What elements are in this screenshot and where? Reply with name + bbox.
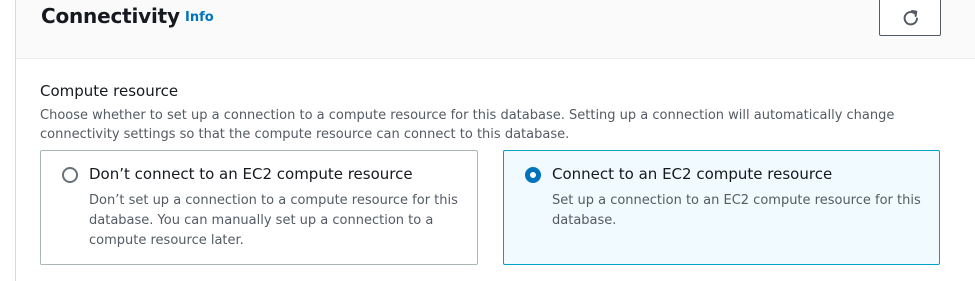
panel-header: Connectivity Info — [16, 0, 975, 59]
panel-title: Connectivity — [41, 4, 180, 28]
option-dont-connect-title: Don’t connect to an EC2 compute resource — [89, 165, 413, 183]
compute-resource-label: Compute resource — [40, 82, 179, 100]
radio-connect-ec2[interactable] — [525, 167, 541, 183]
radio-dont-connect[interactable] — [62, 167, 78, 183]
option-connect-ec2[interactable]: Connect to an EC2 compute resource Set u… — [503, 150, 940, 265]
compute-resource-description: Choose whether to set up a connection to… — [40, 108, 895, 142]
option-connect-ec2-description: Set up a connection to an EC2 compute re… — [552, 193, 921, 228]
option-connect-ec2-title: Connect to an EC2 compute resource — [552, 165, 833, 183]
page: Connectivity Info Compute resource Choos… — [0, 0, 975, 281]
option-dont-connect[interactable]: Don’t connect to an EC2 compute resource… — [40, 150, 478, 265]
refresh-button[interactable] — [879, 0, 941, 36]
info-link[interactable]: Info — [185, 10, 214, 25]
option-dont-connect-description: Don’t set up a connection to a compute r… — [89, 193, 458, 248]
